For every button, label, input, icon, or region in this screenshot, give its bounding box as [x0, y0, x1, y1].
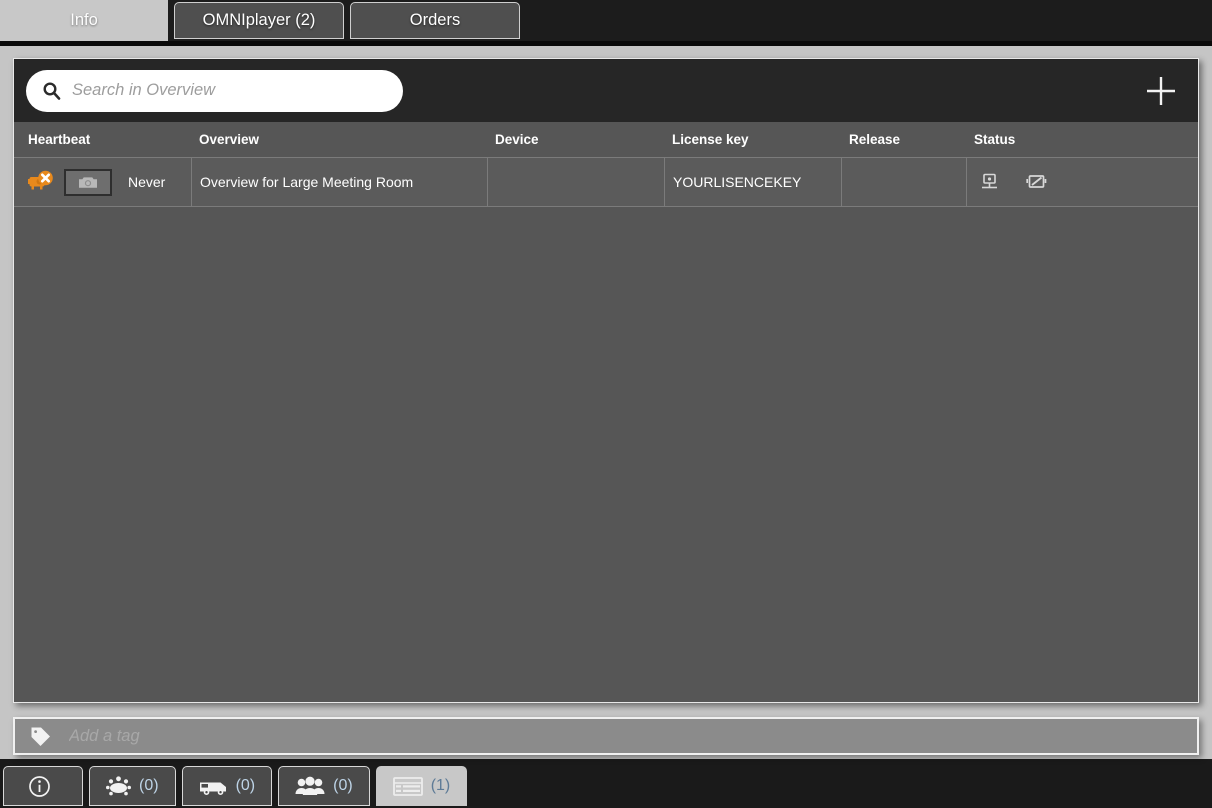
- screen-off-icon[interactable]: [1026, 173, 1047, 192]
- tab-orders[interactable]: Orders: [350, 2, 520, 39]
- screenshot-button[interactable]: [64, 168, 112, 196]
- overview-panel: Heartbeat Overview Device License key Re…: [13, 58, 1199, 703]
- cell-heartbeat: Never: [14, 168, 191, 196]
- tag-input[interactable]: [69, 726, 1121, 746]
- bottom-tab-overviews-count: (1): [430, 777, 451, 794]
- bottom-tab-meeting-rooms-count: (0): [139, 777, 159, 794]
- column-header-status[interactable]: Status: [966, 132, 1198, 147]
- info-icon: [28, 775, 51, 798]
- bottom-tab-meeting-rooms[interactable]: (0): [89, 766, 176, 806]
- top-tab-strip: Info OMNIplayer (2) Orders: [0, 0, 1212, 41]
- column-header-overview[interactable]: Overview: [191, 132, 487, 147]
- bottom-tab-people[interactable]: (0): [278, 766, 370, 806]
- table-header: Heartbeat Overview Device License key Re…: [14, 122, 1198, 158]
- cell-overview: Overview for Large Meeting Room: [191, 157, 487, 207]
- cell-license-key: YOURLISENCEKEY: [664, 157, 841, 207]
- cell-device: [487, 157, 664, 207]
- add-overview-button[interactable]: [1144, 74, 1178, 108]
- heartbeat-value: Never: [128, 174, 166, 190]
- column-header-device[interactable]: Device: [487, 132, 664, 147]
- bottom-tab-deliveries[interactable]: (0): [181, 766, 273, 806]
- tag-bar[interactable]: [13, 717, 1199, 755]
- van-icon: [199, 777, 228, 796]
- people-icon: [295, 776, 325, 796]
- bottom-tab-bar: (0) (0) (0) (1): [0, 766, 1212, 808]
- search-input[interactable]: [72, 81, 389, 100]
- meeting-room-icon: [106, 775, 131, 797]
- display-icon[interactable]: [981, 173, 998, 192]
- tab-info[interactable]: Info: [0, 0, 168, 41]
- tab-omniplayer[interactable]: OMNIplayer (2): [174, 2, 344, 39]
- camera-icon: [78, 175, 98, 190]
- column-header-license-key[interactable]: License key: [664, 132, 841, 147]
- bottom-tab-info[interactable]: [3, 766, 83, 806]
- table-row[interactable]: Never Overview for Large Meeting Room YO…: [14, 157, 1198, 207]
- status-icon-group: [975, 173, 1047, 192]
- bottom-tab-deliveries-count: (0): [235, 777, 256, 794]
- cell-status: [966, 157, 1198, 207]
- search-box[interactable]: [26, 69, 403, 112]
- projector-offline-icon: [28, 170, 54, 194]
- cell-release: [841, 157, 966, 207]
- plus-icon: [1144, 74, 1178, 108]
- bottom-tab-overviews[interactable]: (1): [375, 766, 468, 806]
- panel-header: [14, 59, 1198, 122]
- tag-icon: [29, 725, 53, 747]
- search-icon: [42, 81, 61, 100]
- bottom-tab-people-count: (0): [333, 777, 353, 794]
- list-icon: [392, 776, 423, 797]
- column-header-heartbeat[interactable]: Heartbeat: [14, 132, 191, 147]
- column-header-release[interactable]: Release: [841, 132, 966, 147]
